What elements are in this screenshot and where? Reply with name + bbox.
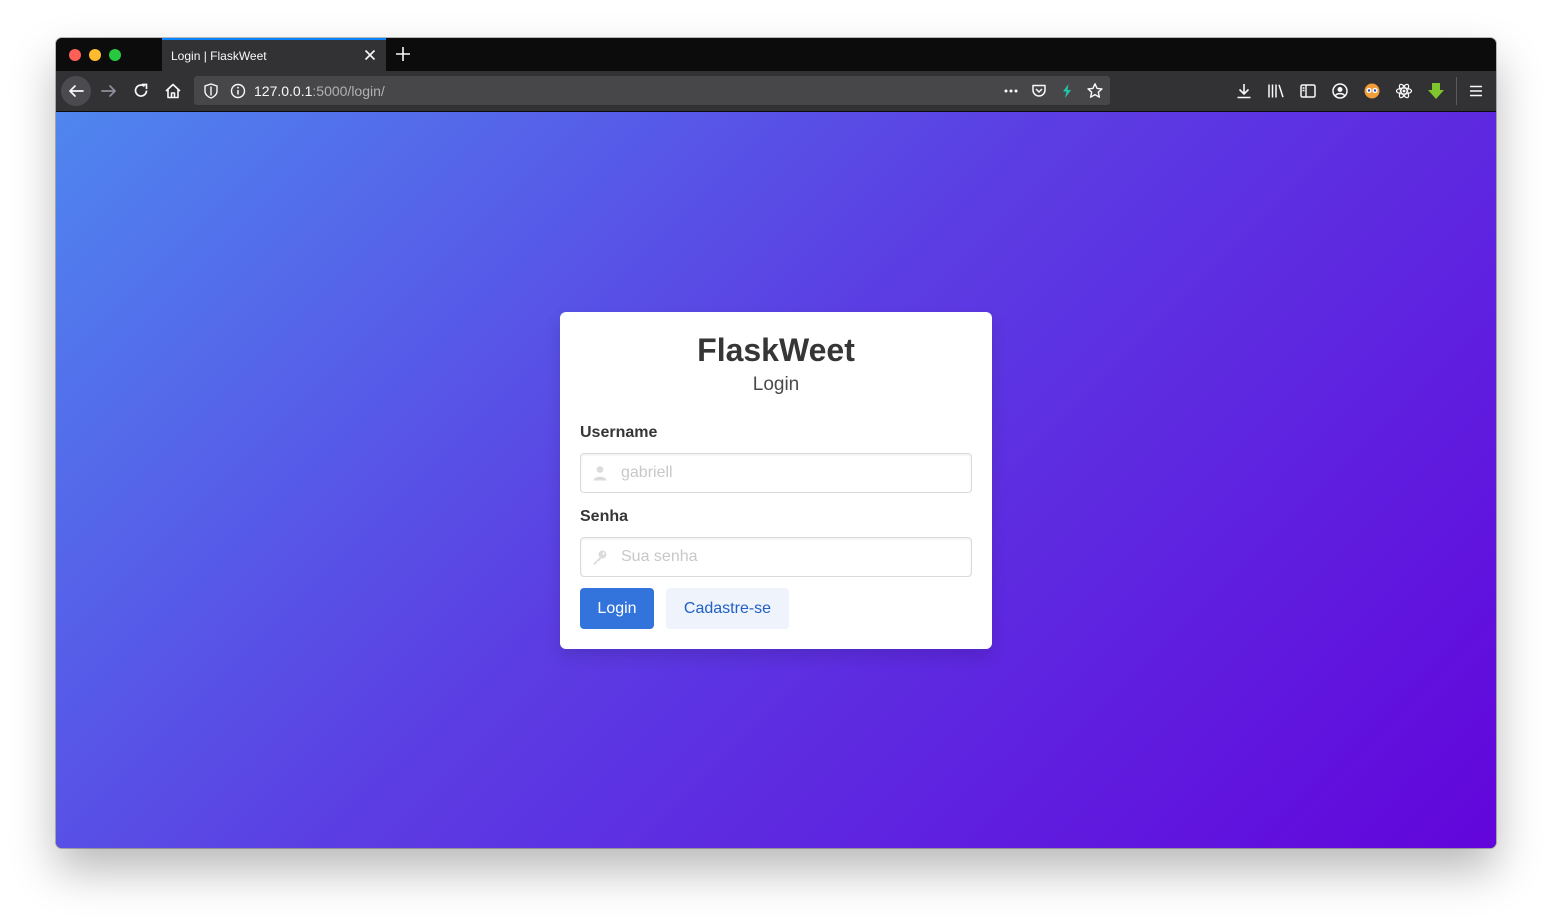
password-input[interactable] <box>621 538 961 576</box>
reload-button[interactable] <box>126 76 156 106</box>
key-icon <box>592 549 608 565</box>
home-button[interactable] <box>158 76 188 106</box>
shield-icon[interactable] <box>202 82 220 100</box>
url-host: 127.0.0.1 <box>254 83 313 99</box>
window-minimize-button[interactable] <box>89 49 101 61</box>
toolbar-divider <box>1456 77 1457 105</box>
extension-owl-icon[interactable] <box>1362 81 1382 101</box>
bookmark-star-icon[interactable] <box>1086 82 1104 100</box>
tab-title: Login | FlaskWeet <box>171 49 267 63</box>
tab-close-icon[interactable] <box>362 47 378 63</box>
url-text: 127.0.0.1:5000/login/ <box>254 83 385 99</box>
window-close-button[interactable] <box>69 49 81 61</box>
forward-button[interactable] <box>94 76 124 106</box>
extension-download-arrow-icon[interactable] <box>1426 81 1446 101</box>
password-label: Senha <box>580 508 629 525</box>
sidebar-icon[interactable] <box>1298 81 1318 101</box>
page-subtitle: Login <box>752 374 800 395</box>
nav-bar: 127.0.0.1:5000/login/ <box>56 71 1496 112</box>
info-icon[interactable] <box>229 82 247 100</box>
user-icon <box>592 465 608 481</box>
more-actions-icon[interactable] <box>1002 82 1020 100</box>
reload-icon <box>134 83 148 97</box>
menu-hamburger-icon[interactable] <box>1466 81 1486 101</box>
back-arrow-icon <box>69 85 84 97</box>
extension-react-icon[interactable] <box>1394 81 1414 101</box>
username-field[interactable] <box>580 453 972 493</box>
back-button[interactable] <box>61 76 91 106</box>
password-field[interactable] <box>580 537 972 577</box>
home-icon <box>165 83 181 99</box>
window-maximize-button[interactable] <box>109 49 121 61</box>
browser-tab[interactable]: Login | FlaskWeet <box>162 38 386 71</box>
forward-arrow-icon <box>101 85 116 97</box>
extension-leaf-icon[interactable] <box>1058 82 1076 100</box>
pocket-icon[interactable] <box>1030 82 1048 100</box>
account-icon[interactable] <box>1330 81 1350 101</box>
library-icon[interactable] <box>1266 81 1286 101</box>
downloads-icon[interactable] <box>1234 81 1254 101</box>
url-path: :5000/login/ <box>312 83 385 99</box>
register-button[interactable]: Cadastre-se <box>666 588 789 629</box>
username-input[interactable] <box>621 454 961 492</box>
page-content: FlaskWeet Login Username Senha Login Cad… <box>56 112 1496 848</box>
browser-window: Login | FlaskWeet 127.0.0.1:5000/login/ … <box>56 38 1496 848</box>
page-title: FlaskWeet <box>697 332 855 368</box>
login-button[interactable]: Login <box>580 588 654 629</box>
login-card: FlaskWeet Login Username Senha Login Cad… <box>560 312 992 649</box>
url-bar[interactable]: 127.0.0.1:5000/login/ <box>194 76 1110 105</box>
username-label: Username <box>580 424 658 441</box>
tab-strip: Login | FlaskWeet <box>56 38 1496 71</box>
new-tab-icon[interactable] <box>394 45 412 63</box>
